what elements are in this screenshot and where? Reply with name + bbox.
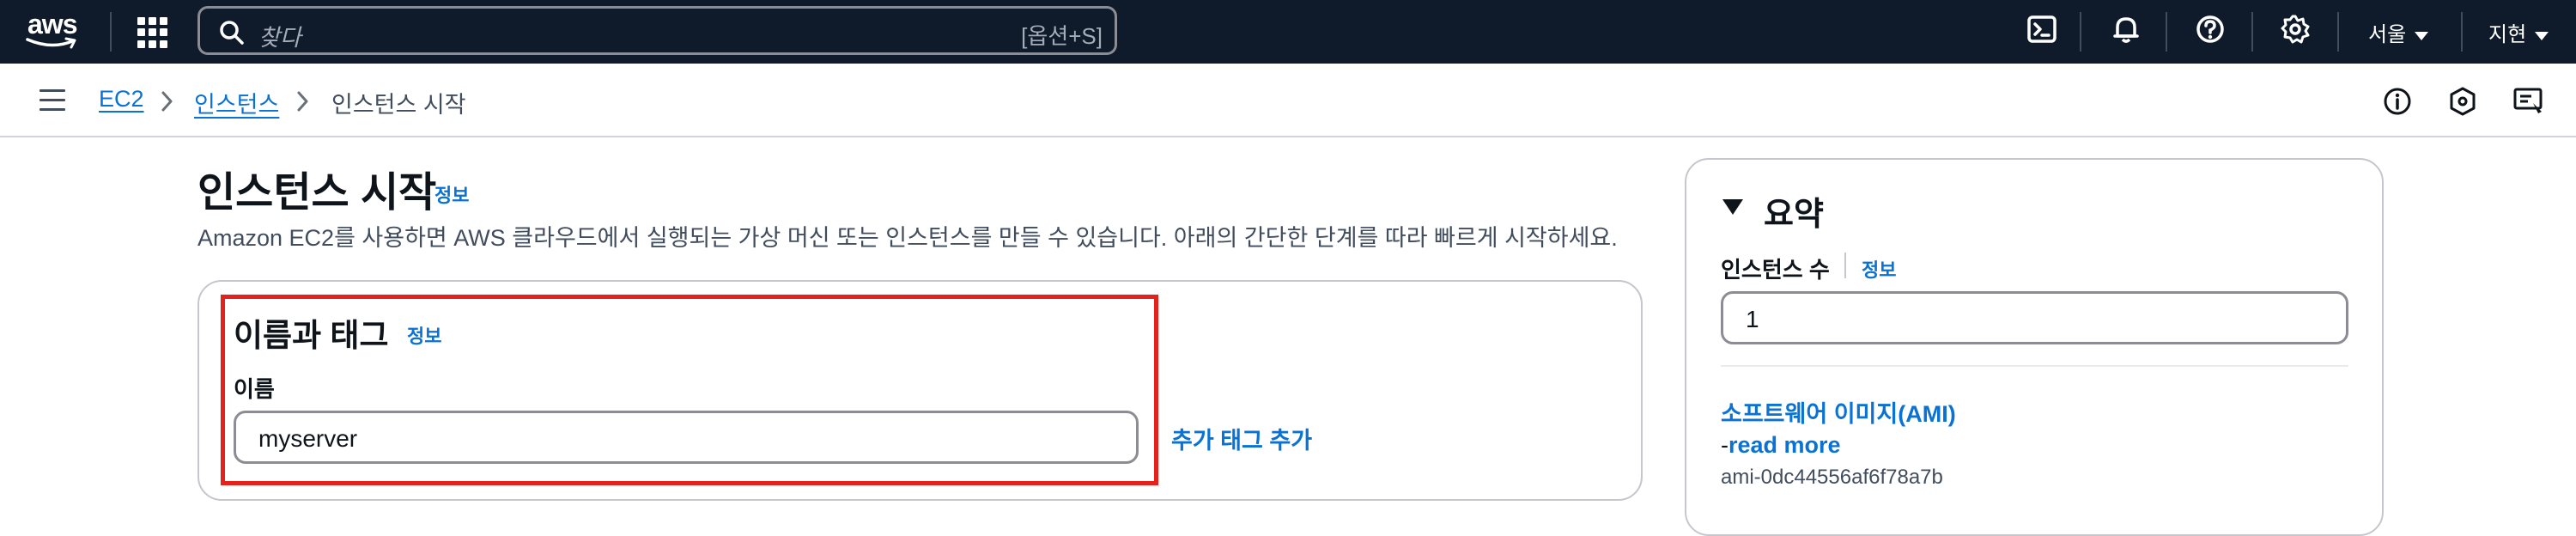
feedback-icon[interactable] <box>2512 86 2545 117</box>
name-tags-info-link[interactable]: 정보 <box>407 321 441 349</box>
page-title: 인스턴스 시작 <box>197 170 437 216</box>
user-label: 지현 <box>2488 23 2527 46</box>
name-tags-heading: 이름과 태그 <box>234 318 389 353</box>
divider <box>2080 12 2081 52</box>
services-grid-icon[interactable] <box>137 17 168 48</box>
divider <box>110 12 112 52</box>
chevron-right-icon <box>161 91 173 112</box>
search-icon <box>220 21 244 45</box>
name-input[interactable]: myserver <box>234 411 1139 464</box>
name-label: 이름 <box>234 376 275 402</box>
divider <box>2337 12 2339 52</box>
caret-down-icon <box>2535 31 2549 40</box>
search-placeholder: 찾다 <box>258 25 301 51</box>
read-more-row: -read more <box>1721 432 1841 459</box>
divider <box>2461 12 2463 52</box>
ami-link[interactable]: 소프트웨어 이미지(AMI) <box>1721 395 1956 429</box>
chevron-right-icon <box>297 91 308 112</box>
breadcrumb-instances[interactable]: 인스턴스 <box>194 86 279 119</box>
page-description: Amazon EC2를 사용하면 AWS 클라우드에서 실행되는 가상 머신 또… <box>197 225 1618 251</box>
add-tag-link[interactable]: 추가 태그 추가 <box>1171 422 1312 455</box>
gear-icon[interactable] <box>2280 14 2314 48</box>
user-menu[interactable]: 지현 <box>2488 17 2549 47</box>
region-selector[interactable]: 서울 <box>2368 17 2429 47</box>
divider <box>1844 253 1846 278</box>
menu-icon[interactable] <box>39 89 65 112</box>
caret-down-icon[interactable] <box>1722 199 1743 215</box>
divider <box>2166 12 2167 52</box>
search-input[interactable]: 찾다 [옵션+S] <box>197 6 1117 55</box>
ami-id: ami-0dc44556af6f78a7b <box>1721 466 1943 489</box>
bell-icon[interactable] <box>2111 14 2145 48</box>
breadcrumb-ec2[interactable]: EC2 <box>99 86 144 113</box>
divider <box>2251 12 2253 52</box>
aws-smile-icon <box>26 37 76 49</box>
instance-count-input[interactable]: 1 <box>1721 291 2348 344</box>
name-input-value: myserver <box>258 425 358 452</box>
cloudshell-icon[interactable] <box>2026 14 2061 48</box>
top-navigation-bar: aws 찾다 [옵션+S] 서울 지현 <box>0 0 2576 64</box>
page-info-link[interactable]: 정보 <box>434 180 469 208</box>
search-shortcut: [옵션+S] <box>1021 23 1103 49</box>
caret-down-icon <box>2415 31 2429 40</box>
read-more-link[interactable]: read more <box>1728 432 1841 458</box>
aws-logo[interactable]: aws <box>26 7 86 55</box>
breadcrumb-current: 인스턴스 시작 <box>331 92 466 118</box>
region-label: 서울 <box>2368 23 2407 46</box>
instance-count-value: 1 <box>1746 306 1759 332</box>
instance-count-label: 인스턴스 수 <box>1721 257 1830 283</box>
help-icon[interactable] <box>2195 14 2229 48</box>
divider <box>1721 365 2348 367</box>
info-icon[interactable] <box>2382 86 2413 117</box>
settings-hexagon-icon[interactable] <box>2447 86 2478 117</box>
read-more-prefix: - <box>1721 432 1728 458</box>
summary-heading[interactable]: 요약 <box>1764 187 1824 234</box>
instance-count-info-link[interactable]: 정보 <box>1862 255 1896 283</box>
